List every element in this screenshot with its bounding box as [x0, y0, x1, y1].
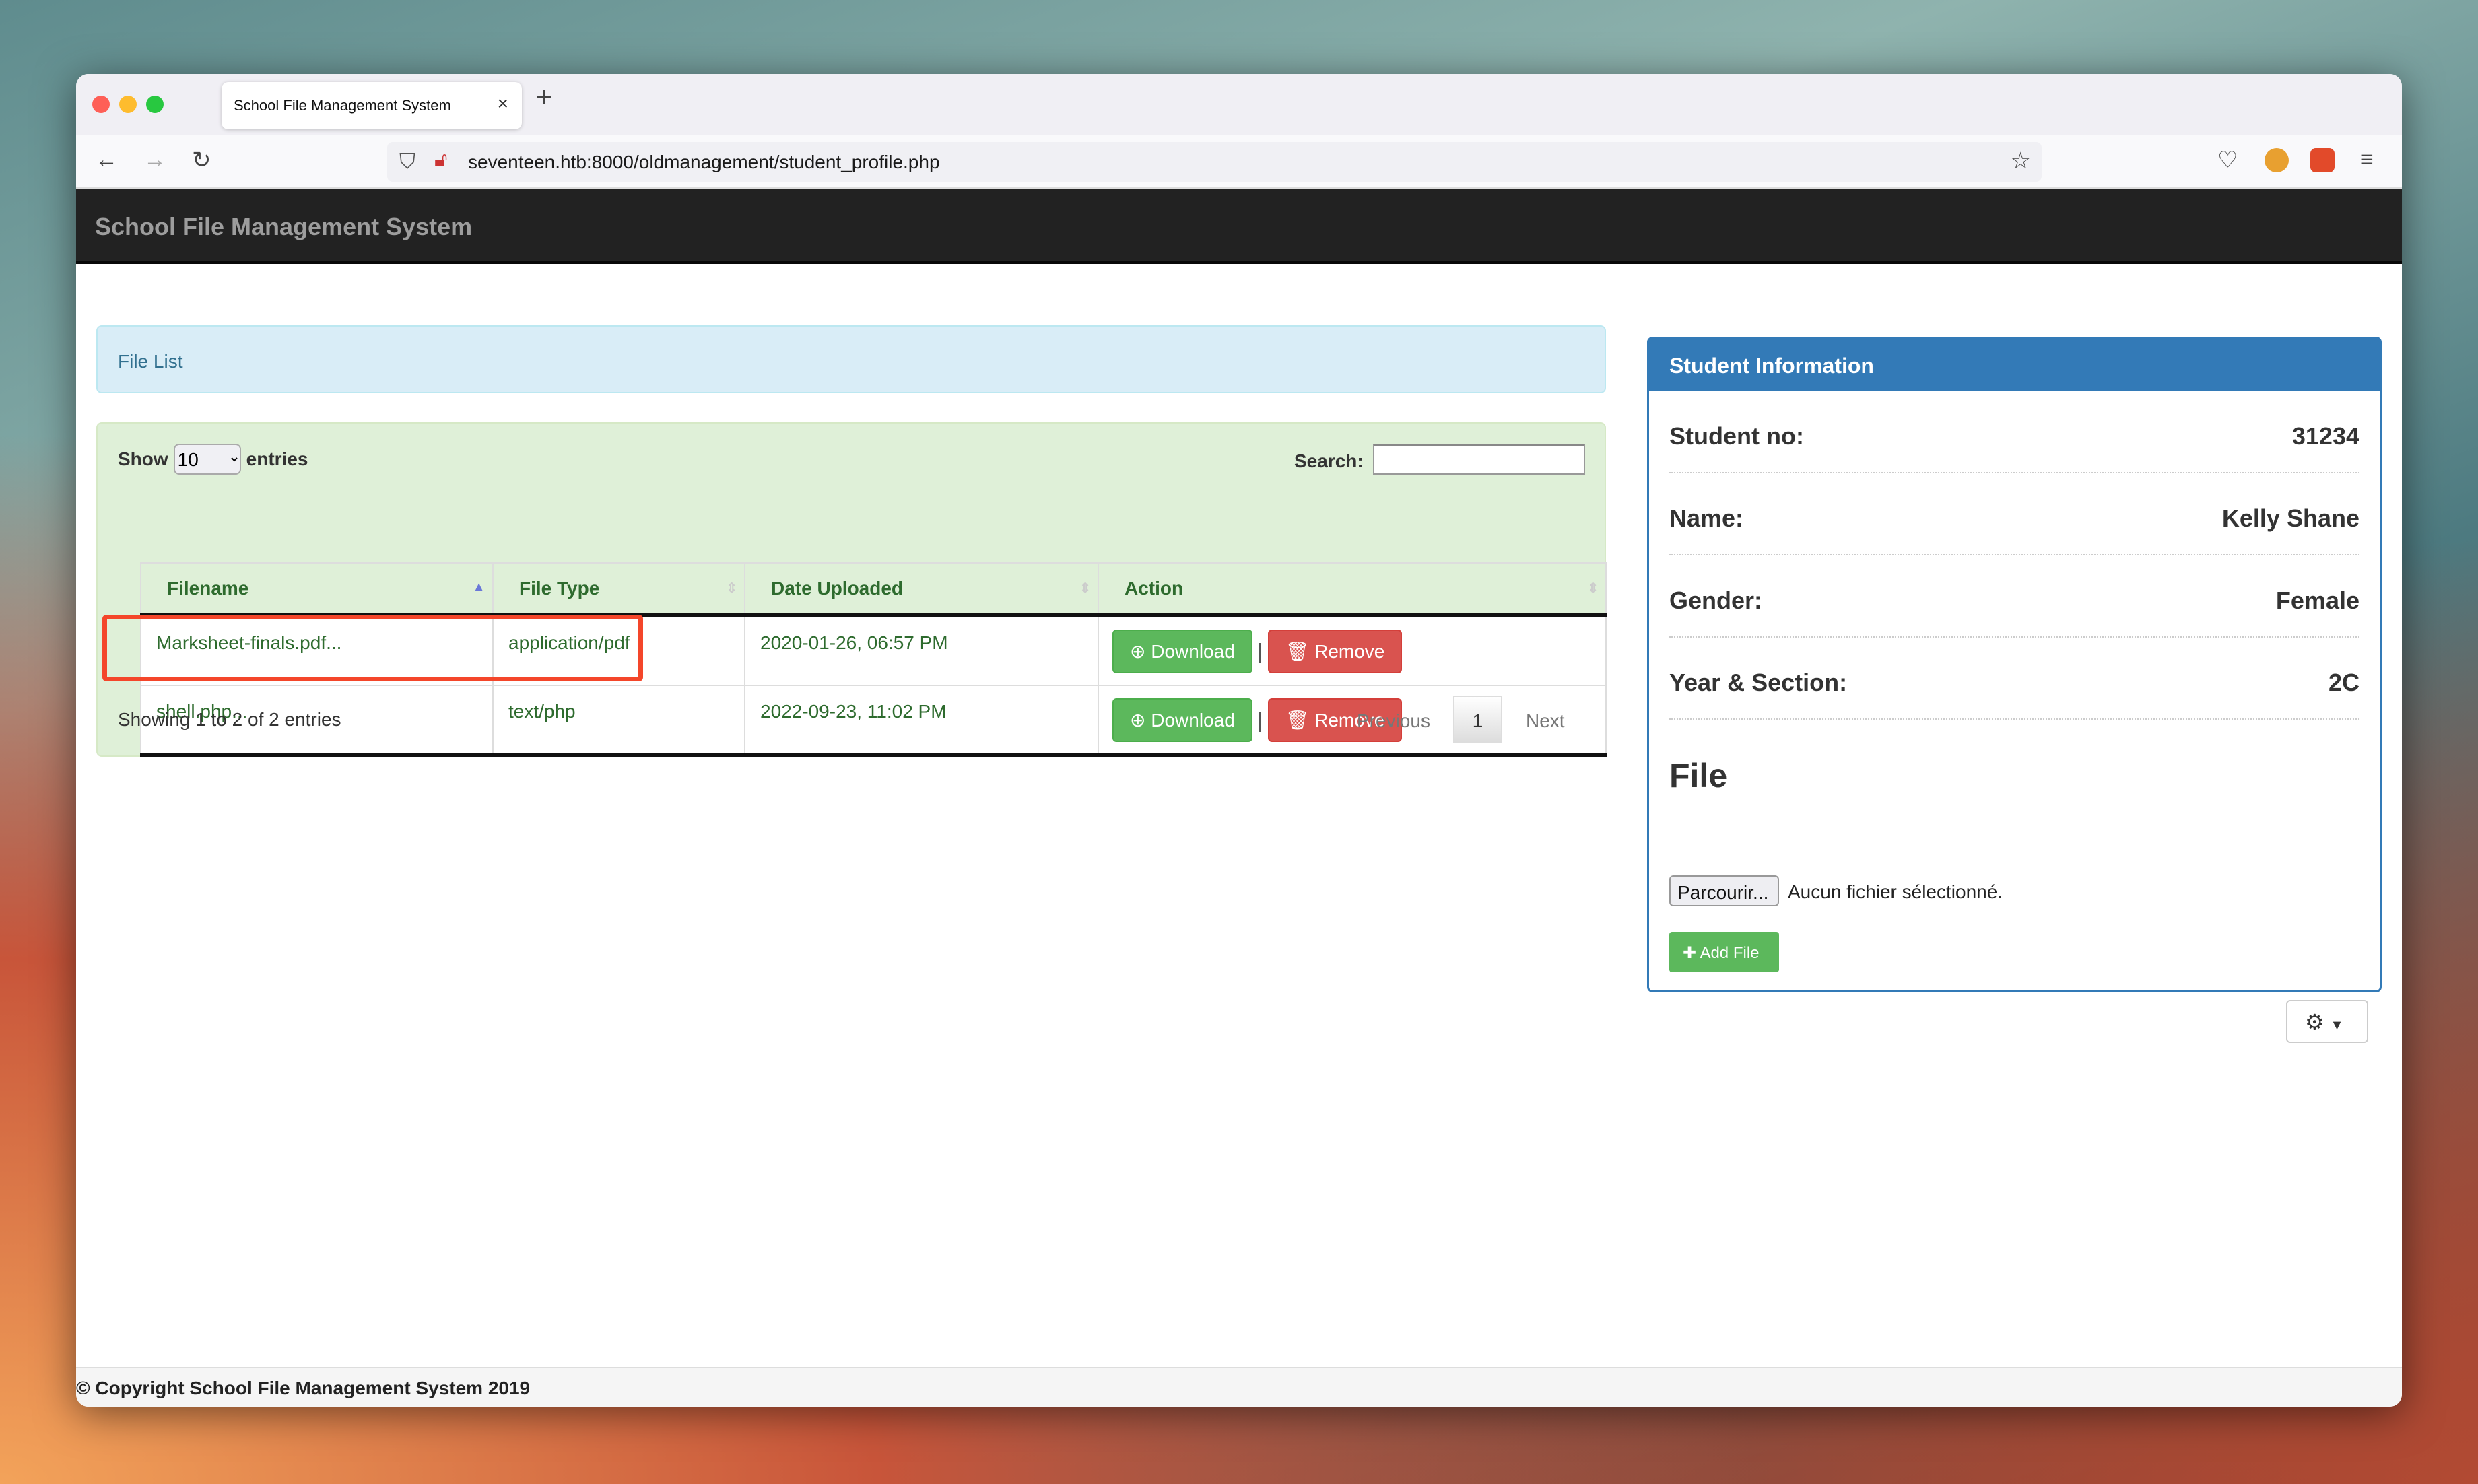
previous-page-button[interactable]: Previous: [1357, 710, 1430, 732]
download-button[interactable]: ⊕ Download: [1112, 698, 1252, 742]
column-file-type[interactable]: File Type ⇕: [492, 562, 745, 617]
menu-icon[interactable]: ≡: [2360, 147, 2374, 173]
maximize-window-button[interactable]: [146, 96, 164, 113]
app-title[interactable]: School File Management System: [95, 213, 472, 241]
footer: © Copyright School File Management Syste…: [76, 1367, 2402, 1407]
pocket-icon[interactable]: ♡: [2217, 147, 2238, 174]
column-date-uploaded[interactable]: Date Uploaded ⇕: [744, 562, 1099, 617]
date-cell: 2022-09-23, 11:02 PM: [744, 685, 1099, 756]
new-tab-button[interactable]: +: [535, 81, 553, 114]
forward-icon[interactable]: →: [143, 147, 166, 173]
close-window-button[interactable]: [92, 96, 110, 113]
insecure-lock-icon[interactable]: 🔓︎: [434, 149, 447, 172]
url-text[interactable]: seventeen.htb:8000/oldmanagement/student…: [468, 151, 940, 173]
copyright-text: © Copyright School File Management Syste…: [76, 1378, 531, 1398]
remove-button[interactable]: 🗑︎ Remove: [1267, 630, 1403, 673]
page-length-select[interactable]: 10: [173, 444, 241, 475]
sort-icon: ⇕: [1079, 581, 1091, 596]
trash-icon: 🗑︎: [1285, 641, 1315, 662]
browse-file-button[interactable]: Parcourir...: [1669, 875, 1779, 906]
student-no-row: Student no: 31234: [1669, 391, 2359, 473]
entries-label: entries: [246, 448, 308, 469]
add-file-button[interactable]: ✚ Add File: [1669, 932, 1779, 972]
app-navbar: School File Management System: [76, 189, 2402, 264]
file-status: Aucun fichier sélectionné.: [1788, 881, 2003, 902]
reload-icon[interactable]: ↻: [192, 147, 211, 174]
browser-window: School File Management System × + ← → ↻ ⛉…: [76, 74, 2402, 1407]
file-heading: File: [1669, 757, 1728, 795]
search-label: Search:: [1294, 450, 1364, 471]
file-table-panel: Show 10 entries Search: Filename ▲ File T…: [96, 422, 1607, 757]
foxyproxy-extension-icon[interactable]: [2310, 148, 2335, 172]
highlight-annotation: [102, 615, 643, 681]
divider: [1259, 642, 1261, 663]
student-info-panel: Student Information Student no: 31234 Nam…: [1647, 337, 2382, 1043]
page-1-button[interactable]: 1: [1453, 696, 1502, 743]
sort-asc-icon: ▲: [472, 580, 485, 595]
year-section-row: Year & Section: 2C: [1669, 638, 2359, 720]
gear-icon: ⚙: [2305, 1010, 2324, 1034]
file-list-heading: File List: [96, 325, 1606, 393]
trash-icon: 🗑︎: [1285, 710, 1315, 731]
sort-icon: ⇕: [726, 581, 737, 596]
search-input[interactable]: [1373, 444, 1585, 475]
settings-dropdown-button[interactable]: ⚙ ▼: [2286, 1000, 2368, 1043]
url-bar[interactable]: ⛉ 🔓︎ seventeen.htb:8000/oldmanagement/st…: [387, 142, 2042, 182]
next-page-button[interactable]: Next: [1526, 710, 1565, 732]
back-icon[interactable]: ←: [95, 147, 118, 173]
download-icon: ⊕: [1130, 710, 1151, 731]
shield-icon[interactable]: ⛉: [399, 149, 415, 174]
bookmark-star-icon[interactable]: ☆: [2011, 147, 2031, 174]
column-action[interactable]: Action ⇕: [1098, 562, 1607, 617]
plus-icon: ✚: [1683, 944, 1700, 962]
tab-active[interactable]: School File Management System ×: [222, 82, 522, 129]
download-button[interactable]: ⊕ Download: [1112, 630, 1252, 673]
column-filename[interactable]: Filename ▲: [140, 562, 494, 617]
file-type-cell: text/php: [492, 685, 745, 756]
name-row: Name: Kelly Shane: [1669, 473, 2359, 555]
tab-bar: School File Management System × +: [76, 74, 2402, 135]
caret-down-icon: ▼: [2330, 1018, 2344, 1033]
sort-icon: ⇕: [1587, 581, 1599, 596]
close-tab-icon[interactable]: ×: [498, 93, 508, 114]
tab-title: School File Management System: [234, 97, 451, 114]
download-icon: ⊕: [1130, 641, 1151, 662]
panel-heading: Student Information: [1649, 339, 2380, 391]
divider: [1259, 711, 1261, 732]
burp-extension-icon[interactable]: [2265, 148, 2289, 172]
show-label: Show: [118, 448, 168, 469]
table-info: Showing 1 to 2 of 2 entries: [118, 709, 341, 730]
navigation-bar: ← → ↻ ⛉ 🔓︎ seventeen.htb:8000/oldmanagem…: [76, 135, 2402, 189]
gender-row: Gender: Female: [1669, 555, 2359, 638]
date-cell: 2020-01-26, 06:57 PM: [744, 615, 1099, 686]
minimize-window-button[interactable]: [119, 96, 137, 113]
